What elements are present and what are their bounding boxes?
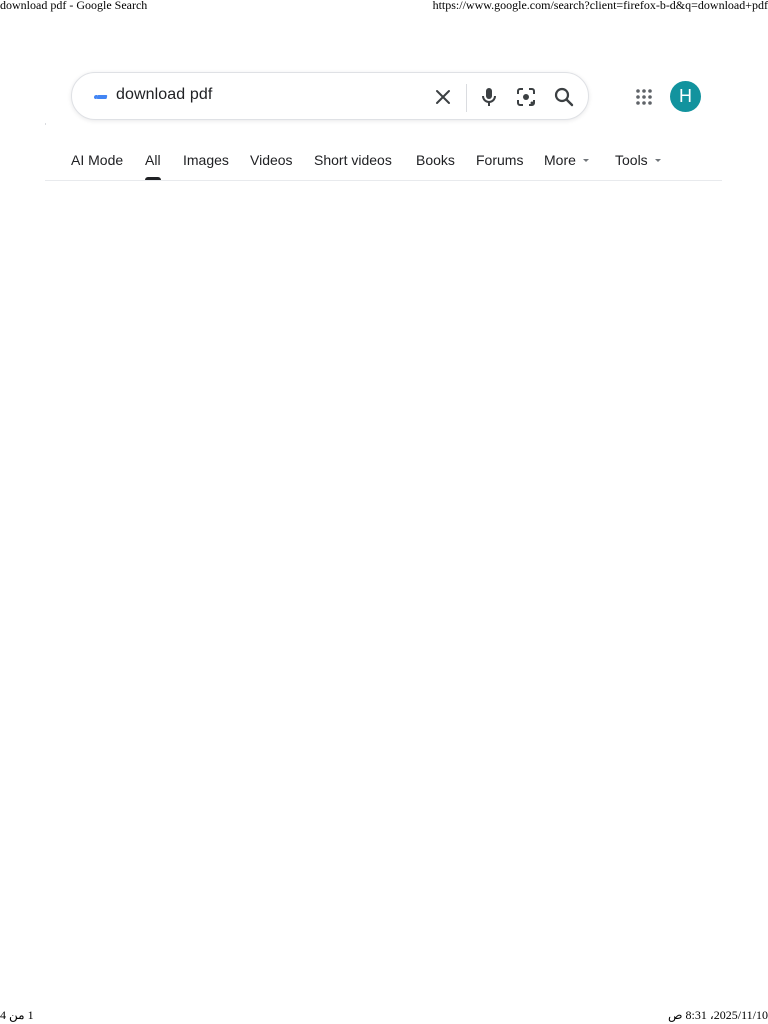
tab-label: Tools: [615, 152, 648, 168]
print-page-title: download pdf - Google Search: [0, 0, 148, 12]
tab-forums[interactable]: Forums: [476, 150, 523, 170]
search-input[interactable]: download pdf: [116, 86, 212, 104]
tab-tools[interactable]: Tools: [615, 150, 661, 170]
tab-label: Short videos: [314, 152, 392, 168]
decorative-mark: [45, 123, 46, 125]
search-box[interactable]: download pdf: [71, 72, 589, 120]
tab-label: Videos: [250, 152, 293, 168]
apps-grid-icon[interactable]: [632, 85, 656, 109]
tab-label: AI Mode: [71, 152, 124, 168]
search-box-divider: [466, 84, 467, 112]
tab-videos[interactable]: Videos: [250, 150, 293, 170]
tabs-divider: [45, 180, 722, 181]
mic-icon[interactable]: [477, 85, 501, 109]
tab-label: Forums: [476, 152, 524, 168]
tab-label: More: [544, 152, 576, 168]
tab-images[interactable]: Images: [183, 150, 229, 170]
print-datetime: 2025/11/10، 8:31 ص: [668, 1008, 768, 1022]
print-page-url: https://www.google.com/search?client=fir…: [432, 0, 768, 12]
caret-down-icon: [654, 158, 661, 162]
tab-label: Books: [416, 152, 455, 168]
tab-label: All: [145, 152, 161, 168]
search-tabs: AI Mode All Images Videos Short videos B…: [0, 150, 768, 180]
tab-books[interactable]: Books: [416, 150, 455, 170]
tab-label: Images: [183, 152, 229, 168]
account-avatar[interactable]: H: [670, 81, 701, 112]
search-icon[interactable]: [552, 85, 576, 109]
close-icon[interactable]: [431, 85, 455, 109]
lens-icon[interactable]: [514, 85, 538, 109]
tab-short-videos[interactable]: Short videos: [314, 150, 392, 170]
tab-ai-mode[interactable]: AI Mode: [71, 150, 123, 170]
google-g-icon: [96, 95, 108, 99]
print-page-counter: 1 من 4: [0, 1008, 34, 1022]
tab-more[interactable]: More: [544, 150, 589, 170]
caret-down-icon: [582, 158, 589, 162]
tab-all[interactable]: All: [145, 150, 161, 170]
